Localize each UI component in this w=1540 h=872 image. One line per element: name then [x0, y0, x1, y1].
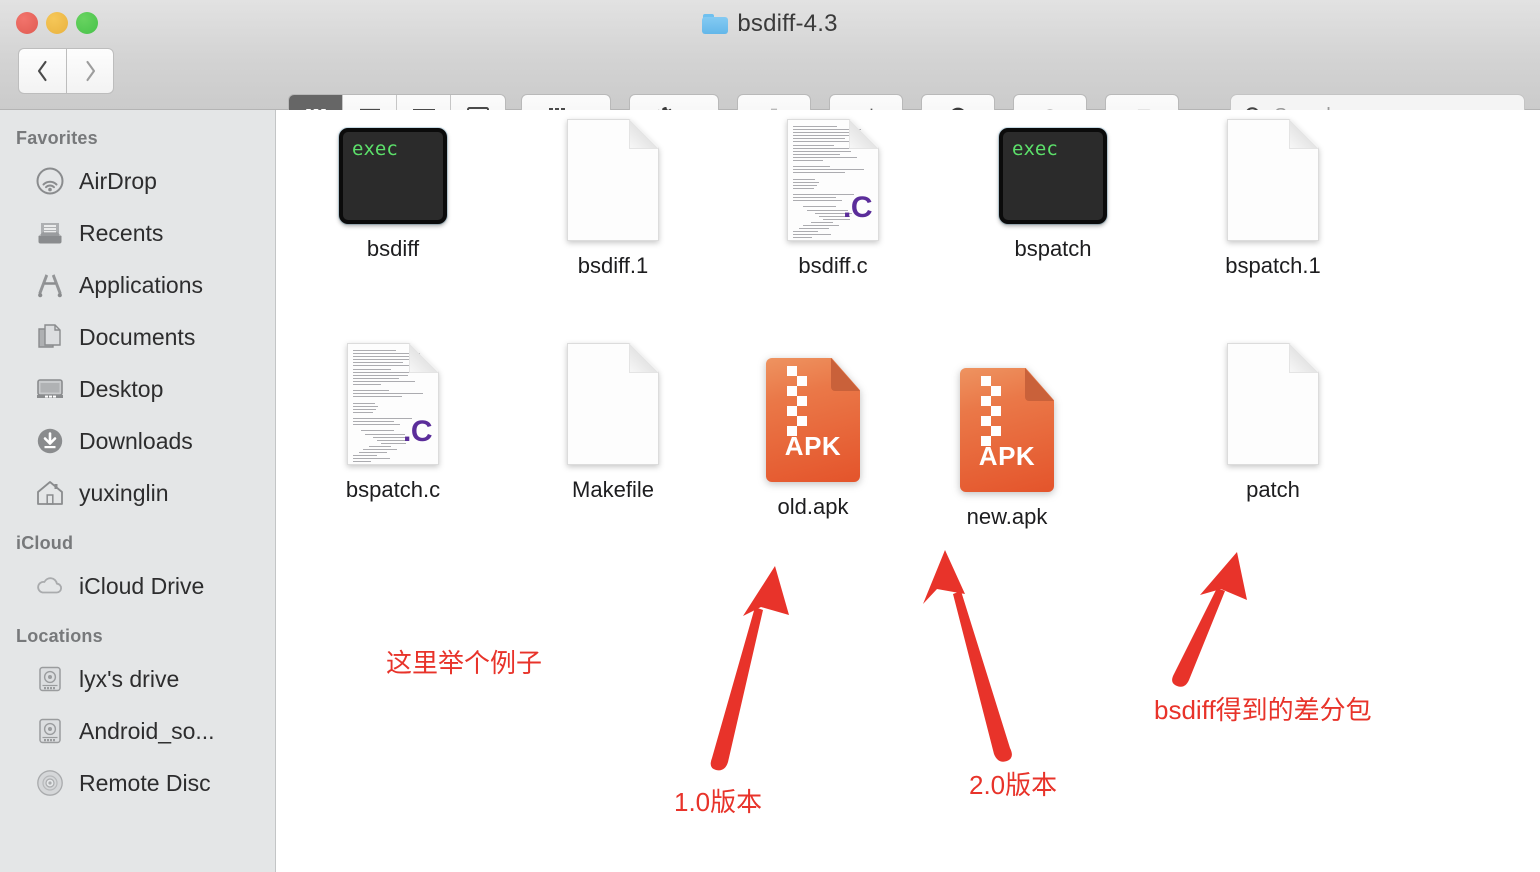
- file-item-bsdiff-c[interactable]: .C bsdiff.c: [738, 119, 928, 279]
- sidebar-item-label: Downloads: [79, 427, 193, 454]
- sidebar-item-label: yuxinglin: [79, 479, 169, 506]
- sidebar-item-documents[interactable]: Documents: [0, 311, 275, 363]
- file-item-bspatch-c[interactable]: .C bspatch.c: [298, 343, 488, 503]
- note-version-2: 2.0版本: [969, 770, 1058, 800]
- file-label: bspatch.1: [1225, 253, 1321, 278]
- sidebar-item-label: Desktop: [79, 375, 164, 402]
- file-grid: exec bsdiff bsdiff.1 .C bsdiff.c exec bs…: [277, 110, 1540, 872]
- note-example: 这里举个例子: [386, 648, 543, 678]
- apk-archive-icon: APK: [960, 368, 1054, 492]
- arrow-to-old-apk: [710, 566, 789, 771]
- file-extension-badge: .C: [403, 415, 433, 448]
- sidebar-item-airdrop[interactable]: AirDrop: [0, 155, 275, 207]
- window-title-group: bsdiff-4.3: [0, 8, 1540, 40]
- file-item-makefile[interactable]: Makefile: [518, 343, 708, 503]
- chevron-right-icon: [85, 60, 95, 82]
- airdrop-icon: [36, 167, 64, 195]
- navigation-buttons: [18, 48, 114, 94]
- sidebar-item-label: iCloud Drive: [79, 572, 205, 599]
- file-label: patch: [1246, 477, 1300, 502]
- file-label: bspatch.c: [345, 477, 441, 502]
- sidebar-item-label: lyx's drive: [79, 665, 180, 692]
- sidebar-item-recents[interactable]: Recents: [0, 207, 275, 259]
- sidebar-item-home[interactable]: yuxinglin: [0, 467, 275, 519]
- file-label: bspatch: [1014, 236, 1092, 261]
- document-icon: [567, 343, 659, 465]
- c-source-file-icon: .C: [347, 343, 439, 465]
- desktop-icon: [37, 379, 63, 398]
- sidebar-item-lyxs-drive[interactable]: lyx's drive: [0, 653, 275, 705]
- back-button[interactable]: [18, 48, 66, 94]
- note-patch-output: bsdiff得到的差分包: [1154, 695, 1372, 725]
- sidebar-item-label: Android_so...: [79, 717, 215, 744]
- apk-badge-label: APK: [784, 431, 842, 461]
- document-icon: [567, 119, 659, 241]
- file-label: Makefile: [572, 477, 654, 502]
- disc-icon: [37, 770, 63, 796]
- home-icon: [37, 481, 63, 505]
- sidebar-item-android-source[interactable]: Android_so...: [0, 705, 275, 757]
- downloads-icon: [37, 428, 63, 454]
- chevron-left-icon: [37, 60, 47, 82]
- finder-sidebar: Favorites AirDrop Recents Applications D…: [0, 110, 276, 872]
- file-item-bspatch-1[interactable]: bspatch.1: [1178, 119, 1368, 279]
- apk-badge-label: APK: [978, 441, 1036, 471]
- file-label: bsdiff.1: [577, 253, 649, 278]
- cloud-icon: [37, 577, 62, 594]
- sidebar-item-label: Applications: [79, 271, 204, 298]
- harddisk-icon: [39, 718, 61, 744]
- document-icon: [1227, 119, 1319, 241]
- file-item-bspatch[interactable]: exec bspatch: [958, 128, 1148, 262]
- file-item-bsdiff-1[interactable]: bsdiff.1: [518, 119, 708, 279]
- sidebar-section-icloud-header: iCloud: [16, 533, 74, 553]
- file-label: new.apk: [966, 504, 1048, 529]
- file-item-bsdiff[interactable]: exec bsdiff: [298, 128, 488, 262]
- finder-toolbar: [0, 44, 1540, 138]
- exec-badge-label: exec: [1012, 138, 1058, 160]
- sidebar-item-label: Recents: [79, 219, 164, 246]
- window-titlebar: bsdiff-4.3: [0, 0, 1540, 138]
- sidebar-item-downloads[interactable]: Downloads: [0, 415, 275, 467]
- note-version-1: 1.0版本: [674, 787, 763, 817]
- sidebar-item-desktop[interactable]: Desktop: [0, 363, 275, 415]
- file-item-patch[interactable]: patch: [1178, 343, 1368, 503]
- page-title: bsdiff-4.3: [737, 10, 838, 37]
- unix-executable-icon: exec: [999, 128, 1107, 224]
- sidebar-section-locations-header: Locations: [16, 626, 103, 646]
- file-extension-badge: .C: [843, 191, 873, 224]
- finder-window: bsdiff-4.3 Search Favorites AirDrop Rece…: [0, 0, 1540, 872]
- sidebar-item-remote-disc[interactable]: Remote Disc: [0, 757, 275, 809]
- file-label: old.apk: [777, 494, 849, 519]
- sidebar-item-label: AirDrop: [79, 167, 157, 194]
- folder-icon: [702, 14, 729, 34]
- arrow-to-patch: [1172, 552, 1247, 687]
- file-item-old-apk[interactable]: APK old.apk: [718, 358, 908, 520]
- file-label: bsdiff.c: [798, 253, 868, 278]
- sidebar-item-icloud-drive[interactable]: iCloud Drive: [0, 560, 275, 612]
- harddisk-icon: [39, 666, 61, 692]
- document-icon: [1227, 343, 1319, 465]
- zipper-decoration: [787, 366, 807, 436]
- recents-icon: [38, 223, 62, 244]
- file-label: bsdiff: [366, 236, 420, 261]
- sidebar-item-applications[interactable]: Applications: [0, 259, 275, 311]
- exec-badge-label: exec: [352, 138, 398, 160]
- apk-archive-icon: APK: [766, 358, 860, 482]
- documents-icon: [38, 324, 61, 348]
- sidebar-item-label: Remote Disc: [79, 769, 211, 796]
- sidebar-section-favorites-header: Favorites: [16, 128, 98, 148]
- file-item-new-apk[interactable]: APK new.apk: [912, 368, 1102, 530]
- zipper-decoration: [981, 376, 1001, 446]
- sidebar-item-label: Documents: [79, 323, 196, 350]
- forward-button[interactable]: [66, 48, 114, 94]
- unix-executable-icon: exec: [339, 128, 447, 224]
- applications-icon: [38, 274, 62, 298]
- arrow-to-new-apk: [923, 550, 1012, 762]
- c-source-file-icon: .C: [787, 119, 879, 241]
